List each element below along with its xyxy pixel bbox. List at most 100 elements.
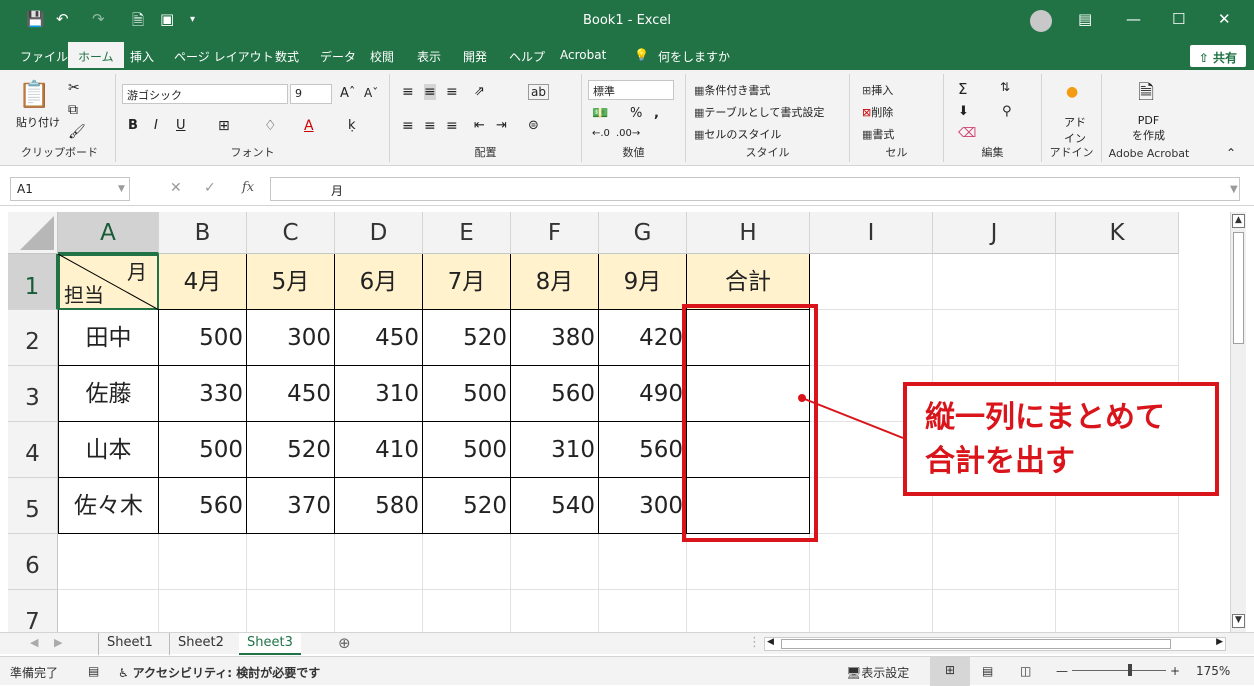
scroll-down-icon[interactable]: ▼ (1232, 614, 1245, 628)
cell-k7[interactable] (1056, 590, 1179, 632)
name-box-dropdown-icon[interactable]: ▼ (118, 184, 125, 194)
tab-review[interactable]: 校閲 (370, 48, 394, 65)
tab-insert[interactable]: 挿入 (130, 48, 154, 65)
cell-a7[interactable] (58, 590, 159, 632)
align-right-icon[interactable]: ≡ (446, 118, 458, 134)
column-header-e[interactable]: E (423, 212, 511, 254)
cell-styles-button[interactable]: ▦ セルのスタイル (694, 126, 781, 142)
value-cell[interactable]: 490 (599, 366, 687, 422)
cell-j1[interactable] (933, 254, 1056, 310)
cell-f6[interactable] (511, 534, 599, 590)
align-middle-icon[interactable]: ≡ (424, 84, 436, 100)
cell-j7[interactable] (933, 590, 1056, 632)
value-cell[interactable]: 500 (423, 366, 511, 422)
accessibility-status[interactable]: ♿ アクセシビリティ: 検討が必要です (118, 664, 320, 681)
share-button[interactable]: ⇧ 共有 (1189, 45, 1246, 67)
tab-data[interactable]: データ (320, 48, 356, 65)
format-as-table-button[interactable]: ▦ テーブルとして書式設定 (694, 104, 824, 120)
cell-i6[interactable] (810, 534, 933, 590)
delete-cells-button[interactable]: ⊠ 削除 (862, 104, 893, 120)
tab-developer[interactable]: 開発 (463, 48, 487, 65)
name-cell[interactable]: 田中 (58, 310, 159, 366)
grow-font-icon[interactable]: Aˆ (340, 86, 355, 101)
cancel-icon[interactable]: ✕ (170, 180, 182, 196)
tab-view[interactable]: 表示 (417, 48, 441, 65)
sort-filter-icon[interactable]: ⇅ (1000, 80, 1010, 94)
value-cell[interactable]: 560 (599, 422, 687, 478)
value-cell[interactable]: 500 (423, 422, 511, 478)
cell-f7[interactable] (511, 590, 599, 632)
fill-color-icon[interactable]: ♢ (264, 118, 277, 134)
cell-h7[interactable] (687, 590, 810, 632)
scroll-left-icon[interactable]: ◀ (767, 637, 774, 647)
scroll-right-icon[interactable]: ▶ (1216, 637, 1223, 647)
cell-h6[interactable] (687, 534, 810, 590)
row-header-2[interactable]: 2 (8, 310, 58, 366)
value-cell[interactable]: 300 (247, 310, 335, 366)
cell-c6[interactable] (247, 534, 335, 590)
name-cell[interactable]: 山本 (58, 422, 159, 478)
value-cell[interactable]: 330 (159, 366, 247, 422)
value-cell[interactable]: 450 (335, 310, 423, 366)
name-box[interactable]: A1 (10, 177, 130, 201)
addin-button[interactable]: アド イン (1064, 114, 1086, 146)
zoom-slider[interactable] (1072, 664, 1166, 676)
normal-view-icon[interactable]: ⊞ (930, 657, 970, 686)
cell-i2[interactable] (810, 310, 933, 366)
comma-icon[interactable]: , (654, 106, 659, 121)
row-header-4[interactable]: 4 (8, 422, 58, 478)
display-settings-button[interactable]: 🖥表示設定 (846, 664, 909, 681)
page-layout-view-icon[interactable]: ▤ (982, 664, 993, 678)
value-cell[interactable]: 580 (335, 478, 423, 534)
cell-b7[interactable] (159, 590, 247, 632)
value-cell[interactable]: 300 (599, 478, 687, 534)
cell-k6[interactable] (1056, 534, 1179, 590)
value-cell[interactable]: 520 (423, 478, 511, 534)
percent-icon[interactable]: % (630, 106, 642, 121)
fill-icon[interactable]: ⬇ (958, 104, 969, 119)
zoom-slider-thumb[interactable] (1128, 664, 1132, 676)
value-cell[interactable]: 500 (159, 310, 247, 366)
cell-d6[interactable] (335, 534, 423, 590)
scroll-thumb[interactable] (1233, 232, 1244, 344)
value-cell[interactable]: 410 (335, 422, 423, 478)
format-cells-button[interactable]: ▦ 書式 (862, 126, 894, 142)
cell-a6[interactable] (58, 534, 159, 590)
tab-home[interactable]: ホーム (68, 42, 124, 70)
column-header-d[interactable]: D (335, 212, 423, 254)
column-header-k[interactable]: K (1056, 212, 1179, 254)
expand-formula-icon[interactable]: ▼ (1230, 184, 1238, 195)
create-pdf-button[interactable]: PDF を作成 (1132, 114, 1165, 143)
select-all-button[interactable] (8, 212, 58, 254)
insert-cells-button[interactable]: ⊞ 挿入 (862, 82, 893, 98)
wrap-text-icon[interactable]: ab (528, 84, 549, 100)
zoom-out-icon[interactable]: — (1056, 664, 1068, 678)
increase-indent-icon[interactable]: ⇥ (496, 118, 507, 133)
prev-sheet-icon[interactable]: ◀ (30, 636, 38, 649)
decrease-decimal-icon[interactable]: .00→ (616, 128, 640, 139)
number-format-select[interactable]: 標準 (588, 80, 674, 100)
header-cell-1[interactable]: 4月 (159, 254, 247, 310)
column-header-b[interactable]: B (159, 212, 247, 254)
value-cell[interactable]: 520 (247, 422, 335, 478)
header-cell-4[interactable]: 7月 (423, 254, 511, 310)
value-cell[interactable]: 540 (511, 478, 599, 534)
minimize-icon[interactable]: — (1126, 10, 1141, 28)
value-cell[interactable]: 420 (599, 310, 687, 366)
value-cell[interactable]: 560 (159, 478, 247, 534)
tab-formulas[interactable]: 数式 (275, 48, 299, 65)
sheet-tab-2[interactable]: Sheet2 (169, 633, 232, 655)
cell-g7[interactable] (599, 590, 687, 632)
column-header-j[interactable]: J (933, 212, 1056, 254)
column-header-g[interactable]: G (599, 212, 687, 254)
autosum-icon[interactable]: Σ (958, 80, 967, 98)
value-cell[interactable]: 370 (247, 478, 335, 534)
cell-c7[interactable] (247, 590, 335, 632)
row-header-5[interactable]: 5 (8, 478, 58, 534)
value-cell[interactable]: 380 (511, 310, 599, 366)
tell-me-search[interactable]: 何をしますか (658, 48, 730, 65)
cell-d7[interactable] (335, 590, 423, 632)
align-top-icon[interactable]: ≡ (402, 84, 414, 100)
decrease-indent-icon[interactable]: ⇤ (474, 118, 485, 133)
bold-icon[interactable]: B (128, 118, 138, 133)
